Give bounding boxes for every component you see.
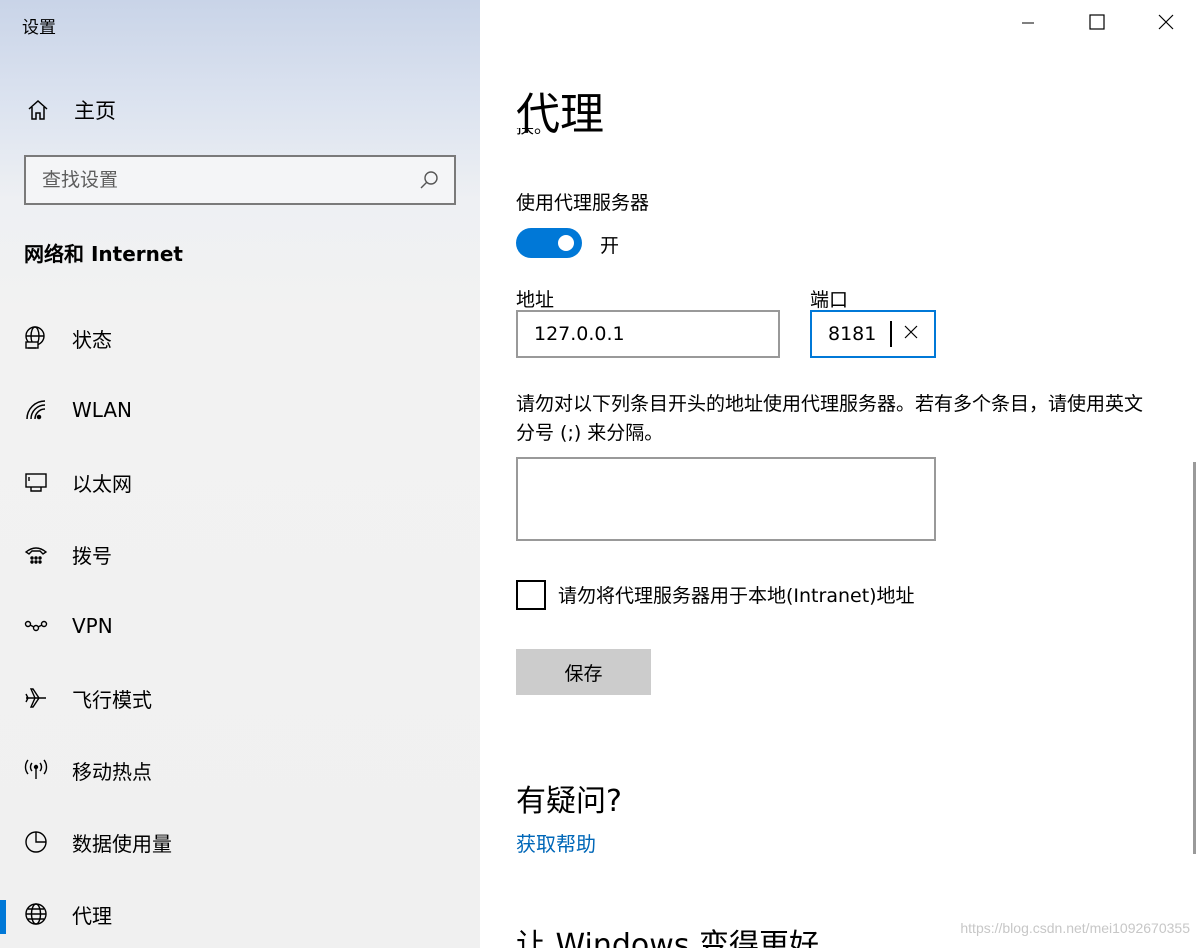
sidebar-item-hotspot[interactable]: 移动热点 (0, 734, 480, 806)
use-proxy-toggle[interactable] (516, 228, 582, 258)
wifi-icon (22, 396, 50, 424)
port-label: 端口 (810, 289, 849, 311)
sidebar-item-data-usage[interactable]: 数据使用量 (0, 806, 480, 878)
save-button[interactable]: 保存 (516, 649, 651, 695)
sidebar-item-label: VPN (72, 614, 113, 638)
port-input[interactable] (828, 323, 890, 345)
sidebar-item-label: 状态 (72, 327, 112, 352)
vpn-icon (22, 612, 50, 640)
sidebar: 设置 主页 网络和 Internet 状态 (0, 0, 480, 948)
hotspot-icon (22, 756, 50, 784)
sidebar-item-label: 数据使用量 (72, 831, 172, 856)
text-caret (890, 321, 892, 347)
feedback-heading-text: 让 Windows 变得更好 (516, 928, 819, 948)
feedback-heading: 让 Windows 变得更好 (516, 928, 819, 948)
ethernet-icon (22, 468, 50, 496)
exceptions-description: 请勿对以下列条目开头的地址使用代理服务器。若有多个条目，请使用英文分号 (;) … (516, 393, 1144, 444)
minimize-button[interactable] (993, 0, 1062, 48)
sidebar-item-label: 拨号 (72, 543, 112, 568)
sidebar-item-status[interactable]: 状态 (0, 302, 480, 374)
address-field[interactable] (516, 310, 780, 358)
bypass-local-checkbox[interactable] (516, 580, 546, 610)
main-pane: 代理 换。 使用代理服务器 开 地址 端口 请勿对以下列条目开头的地址使用代理服… (480, 0, 1200, 948)
sidebar-nav: 状态 WLAN 以太网 拨号 VPN 飞行模式 移动热点 数据使用量 代理 (0, 302, 480, 948)
globe-status-icon (22, 324, 50, 352)
clipped-text: 换。 (516, 128, 552, 142)
sidebar-item-dialup[interactable]: 拨号 (0, 518, 480, 590)
search-input[interactable] (42, 169, 418, 191)
get-help-link[interactable]: 获取帮助 (516, 828, 596, 857)
port-field[interactable] (810, 310, 936, 358)
use-proxy-label: 使用代理服务器 (516, 192, 650, 214)
globe-icon (22, 900, 50, 928)
clipped-text-content: 换。 (516, 128, 552, 142)
address-label: 地址 (516, 289, 555, 311)
app-title: 设置 (22, 18, 56, 38)
bypass-local-label: 请勿将代理服务器用于本地(Intranet)地址 (558, 585, 915, 607)
watermark: https://blog.csdn.net/mei1092670355 (960, 920, 1190, 936)
close-icon (1158, 14, 1174, 34)
search-box[interactable] (24, 155, 456, 205)
close-button[interactable] (1131, 0, 1200, 48)
maximize-button[interactable] (1062, 0, 1131, 48)
section-heading: 网络和 Internet (24, 242, 183, 266)
clear-input-button[interactable] (896, 319, 926, 349)
sidebar-item-wlan[interactable]: WLAN (0, 374, 480, 446)
minimize-icon (1021, 15, 1035, 34)
window-controls (993, 0, 1200, 48)
data-usage-icon (22, 828, 50, 856)
exceptions-input[interactable] (516, 457, 936, 541)
home-icon (24, 96, 52, 124)
sidebar-item-label: WLAN (72, 398, 133, 422)
maximize-icon (1088, 14, 1105, 34)
scrollbar[interactable] (1193, 462, 1196, 854)
help-heading: 有疑问? (516, 784, 622, 819)
sidebar-item-label: 以太网 (72, 471, 132, 496)
sidebar-item-label: 移动热点 (72, 759, 152, 784)
sidebar-item-proxy[interactable]: 代理 (0, 878, 480, 948)
dialup-icon (22, 540, 50, 568)
search-icon[interactable] (418, 169, 440, 191)
sidebar-item-label: 飞行模式 (72, 687, 152, 712)
address-input[interactable] (534, 323, 778, 345)
clear-icon (903, 324, 919, 344)
airplane-icon (22, 684, 50, 712)
home-label: 主页 (74, 99, 116, 123)
sidebar-item-ethernet[interactable]: 以太网 (0, 446, 480, 518)
sidebar-item-airplane[interactable]: 飞行模式 (0, 662, 480, 734)
sidebar-item-vpn[interactable]: VPN (0, 590, 480, 662)
home-nav-item[interactable]: 主页 (24, 92, 116, 128)
sidebar-item-label: 代理 (72, 903, 112, 928)
toggle-state-label: 开 (600, 235, 620, 257)
